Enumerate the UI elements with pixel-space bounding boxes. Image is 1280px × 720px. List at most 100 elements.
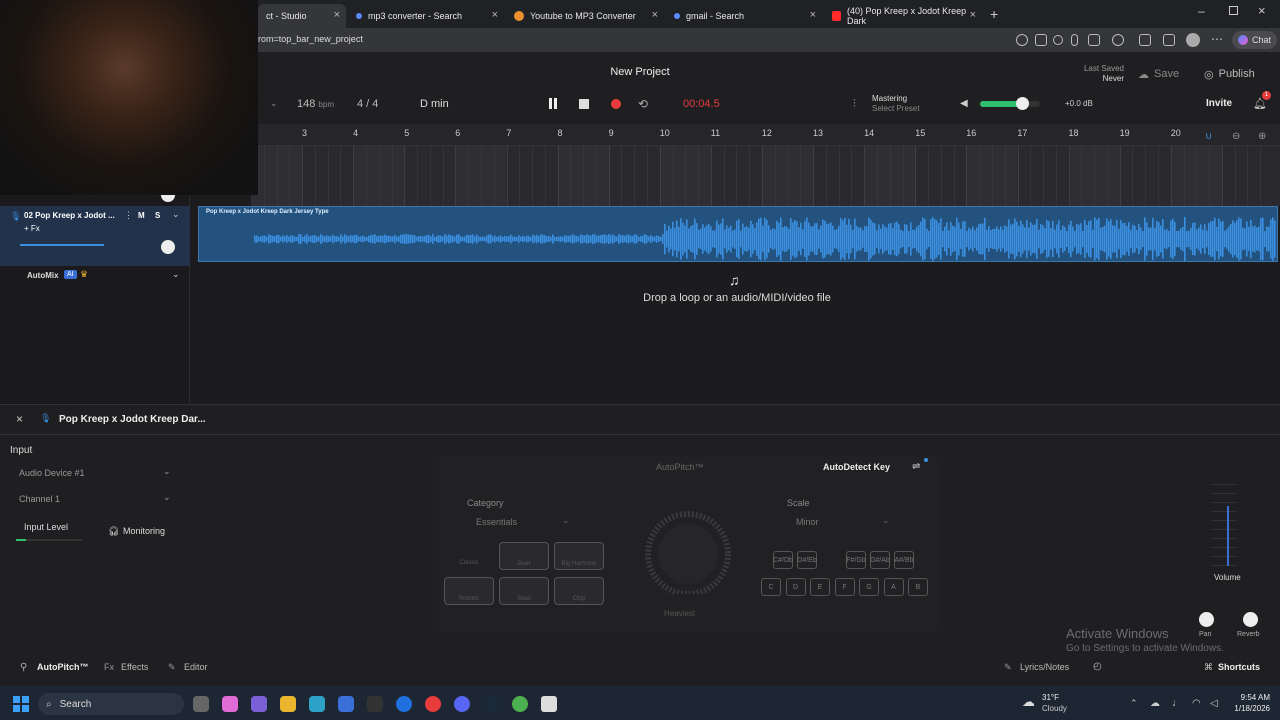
reverb-knob[interactable] [1243, 612, 1258, 627]
zoom-in-icon[interactable]: ⊕ [1258, 131, 1266, 142]
key-selector[interactable]: D min [420, 98, 449, 110]
speaker-icon[interactable]: ◀ [960, 98, 968, 109]
zoom-out-icon[interactable]: ⊖ [1232, 131, 1240, 142]
profile-avatar[interactable] [1186, 33, 1200, 47]
weather-temp[interactable]: 31°F [1042, 693, 1059, 702]
apps-icon[interactable] [1035, 34, 1047, 46]
chrome-icon[interactable] [512, 696, 528, 712]
close-icon[interactable]: × [16, 412, 23, 426]
time-signature[interactable]: 4 / 4 [357, 98, 378, 110]
pause-button[interactable] [549, 98, 559, 110]
mastering-label[interactable]: Mastering [872, 94, 907, 103]
scale-key-button[interactable]: B [908, 578, 928, 596]
scale-key-button[interactable]: C#/Db [773, 551, 793, 569]
teams-icon[interactable] [251, 696, 267, 712]
settings-sliders-icon[interactable]: ⇌ [912, 461, 920, 472]
track-fx-button[interactable]: + Fx [24, 224, 40, 233]
microphone-icon[interactable] [1071, 34, 1078, 46]
preset-button[interactable]: Classic [444, 542, 494, 570]
clock-date[interactable]: 1/18/2026 [1226, 704, 1270, 713]
extensions-icon[interactable] [1139, 34, 1151, 46]
effects-tab[interactable]: Effects [121, 662, 148, 672]
chevron-down-icon[interactable]: ⌄ [562, 515, 570, 526]
autodetect-key-button[interactable]: AutoDetect Key [823, 462, 890, 472]
preset-button[interactable]: Robotic [444, 577, 494, 605]
preset-button[interactable]: Duet [499, 542, 549, 570]
volume-icon[interactable]: ◁ [1210, 698, 1218, 709]
windows-start-icon[interactable] [13, 696, 29, 712]
refresh-icon[interactable] [1112, 34, 1124, 46]
more-menu-icon[interactable]: ⋯ [1211, 32, 1223, 46]
autopitch-tab[interactable]: AutoPitch™ [37, 662, 89, 672]
scale-key-button[interactable]: C [761, 578, 781, 596]
amount-knob[interactable] [632, 504, 744, 597]
scale-key-button[interactable]: F [834, 578, 855, 596]
close-icon[interactable]: × [334, 9, 340, 21]
chevron-down-icon[interactable]: ⌄ [270, 98, 278, 109]
chevron-down-icon[interactable]: ⌄ [163, 466, 171, 477]
tempo-display[interactable]: 148 bpm [297, 98, 334, 110]
category-select[interactable]: Essentials [476, 517, 517, 527]
store-icon[interactable] [338, 696, 354, 712]
taskbar-search[interactable]: ⌕ Search [38, 693, 184, 715]
channel-select[interactable]: Channel 1 [19, 494, 60, 504]
chevron-down-icon[interactable]: ⌄ [163, 492, 171, 503]
task-view-icon[interactable] [193, 696, 209, 712]
app-icon[interactable] [541, 696, 557, 712]
discord-icon[interactable] [454, 696, 470, 712]
tab-gmail-search[interactable]: gmail - Search × [666, 4, 822, 28]
clock-time[interactable]: 9:54 AM [1226, 693, 1270, 702]
pan-knob[interactable] [1199, 612, 1214, 627]
epic-games-icon[interactable] [367, 696, 383, 712]
wifi-icon[interactable]: ◠ [1192, 698, 1201, 709]
minimize-icon[interactable]: – [1198, 4, 1205, 18]
magnet-icon[interactable]: ∪ [1205, 131, 1212, 142]
edge-icon[interactable] [309, 696, 325, 712]
preset-button[interactable]: Big Harmony [554, 542, 604, 570]
solo-button[interactable]: S [155, 211, 160, 220]
close-icon[interactable]: × [492, 9, 498, 21]
scale-key-button[interactable]: F#/Gb [846, 551, 866, 569]
preset-button[interactable]: Steel [499, 577, 549, 605]
track-volume-slider[interactable] [20, 244, 104, 246]
lyrics-notes-button[interactable]: Lyrics/Notes [1020, 662, 1069, 672]
chevron-down-icon[interactable]: ⌄ [172, 209, 180, 220]
chat-button[interactable]: Chat [1232, 31, 1278, 49]
copilot-taskbar-icon[interactable] [222, 696, 238, 712]
microphone-icon[interactable]: ♩ [1172, 698, 1182, 709]
weather-desc[interactable]: Cloudy [1042, 704, 1067, 713]
scale-key-button[interactable]: G [859, 578, 879, 596]
chevron-down-icon[interactable]: ⌄ [172, 269, 180, 280]
scale-key-button[interactable]: A#/Bb [894, 551, 914, 569]
favorite-icon[interactable] [1053, 35, 1063, 45]
scale-key-button[interactable]: D#/Eb [797, 551, 817, 569]
publish-button[interactable]: ◎ Publish [1204, 68, 1255, 81]
close-window-icon[interactable]: × [1258, 3, 1266, 18]
app-icon[interactable] [425, 696, 441, 712]
track-name[interactable]: 02 Pop Kreep x Jodot ... [24, 211, 120, 220]
monitoring-toggle[interactable]: Monitoring [123, 526, 165, 536]
tab-mp3-converter-search[interactable]: mp3 converter - Search × [348, 4, 504, 28]
stop-button[interactable] [579, 99, 589, 109]
audio-device-select[interactable]: Audio Device #1 [19, 468, 85, 478]
timer-icon[interactable]: ◴ [1093, 661, 1102, 672]
volume-fader[interactable] [1211, 476, 1237, 570]
chevron-down-icon[interactable]: ⌄ [882, 515, 890, 526]
volume-knob[interactable] [1016, 97, 1029, 110]
close-icon[interactable]: × [810, 9, 816, 21]
mastering-preset[interactable]: Select Preset [872, 104, 920, 113]
new-tab-icon[interactable]: + [990, 6, 998, 22]
close-icon[interactable]: × [652, 9, 658, 21]
record-button[interactable] [611, 99, 621, 109]
onedrive-icon[interactable]: ☁ [1150, 698, 1160, 709]
scale-key-button[interactable]: A [883, 578, 904, 596]
invite-button[interactable]: Invite [1206, 98, 1232, 109]
mute-button[interactable]: M [138, 211, 145, 220]
scale-key-button[interactable]: G#/Ab [870, 551, 890, 569]
shortcuts-button[interactable]: Shortcuts [1218, 662, 1260, 672]
tab-youtube-video[interactable]: (40) Pop Kreep x Jodot Kreep Dark × [824, 4, 982, 28]
steam-icon[interactable] [483, 696, 499, 712]
scale-key-button[interactable]: D [785, 578, 806, 596]
file-explorer-icon[interactable] [280, 696, 296, 712]
drop-zone-text[interactable]: Drop a loop or an audio/MIDI/video file [560, 292, 914, 304]
